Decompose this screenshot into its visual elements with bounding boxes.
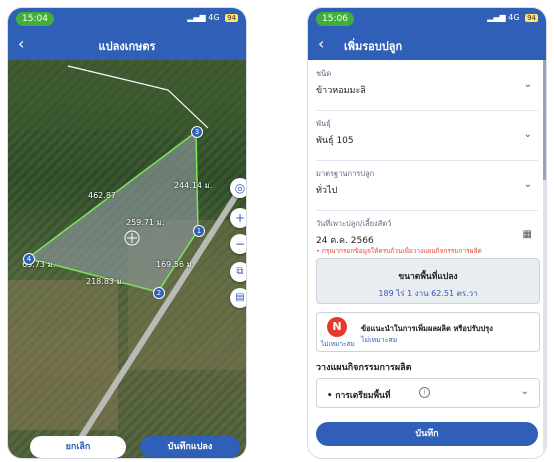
- battery-icon: 94: [525, 14, 538, 22]
- page-title: เพิ่มรอบปลูก: [344, 40, 403, 53]
- chevron-down-icon: ⌄: [523, 179, 532, 190]
- zoom-out-icon[interactable]: −: [230, 234, 246, 254]
- layers-icon[interactable]: ⧉: [230, 262, 246, 282]
- field-value: 24 ต.ค. 2566: [316, 236, 374, 246]
- chevron-down-icon: ⌄: [523, 79, 532, 90]
- nutrient-badge-icon: N: [327, 317, 347, 337]
- status-bar: 15:04 ▂▄▆ 4G 94: [8, 8, 246, 30]
- signal-icon: ▂▄▆: [187, 13, 206, 22]
- status-bar: 15:06 ▂▄▆ 4G 94: [308, 8, 546, 30]
- add-crop-cycle-screen: 15:06 ▂▄▆ 4G 94 ‹ เพิ่มรอบปลูก ชนิด ข้าว…: [308, 8, 546, 458]
- standard-select[interactable]: มาตรฐานการปลูก ทั่วไป ⌄: [316, 168, 538, 211]
- navbar: ‹ แปลงเกษตร: [8, 30, 246, 60]
- status-time: 15:04: [16, 12, 54, 26]
- chevron-down-icon: ⌄: [520, 386, 529, 397]
- vertex-marker[interactable]: 1: [193, 225, 205, 237]
- map-field-patch: [8, 60, 246, 130]
- back-icon[interactable]: ‹: [318, 34, 324, 53]
- plan-item-label: • การเตรียมพื้นที่: [327, 391, 391, 401]
- variety-select[interactable]: พันธุ์ พันธุ์ 105 ⌄: [316, 118, 538, 161]
- crop-form: ชนิด ข้าวหอมมะลิ ⌄ พันธุ์ พันธุ์ 105 ⌄ ม…: [308, 60, 546, 458]
- field-value: ทั่วไป: [316, 186, 338, 196]
- scrollbar-thumb[interactable]: [543, 60, 546, 180]
- plan-item-dropdown[interactable]: • การเตรียมพื้นที่ i ⌄: [316, 378, 540, 408]
- field-value: ข้าวหอมมะลิ: [316, 86, 366, 96]
- advice-card[interactable]: N ไม่เหมาะสม ข้อแนะนำในการเพิ่มผลผลิต หร…: [316, 312, 540, 352]
- measure-label: 218.83 ม.: [86, 277, 125, 286]
- map-screen: 15:04 ▂▄▆ 4G 94 ‹ แปลงเกษตร 244.14 ม. 46…: [8, 8, 246, 458]
- scrollbar[interactable]: [543, 60, 546, 458]
- measure-label: 259.71 ม.: [126, 218, 165, 227]
- signal-icon: ▂▄▆: [487, 13, 506, 22]
- advice-status: ไม่เหมาะสม: [361, 336, 398, 344]
- cancel-button[interactable]: ยกเลิก: [30, 436, 126, 458]
- measure-label: 462.87: [88, 191, 116, 200]
- validation-warning: • กรุณากรอกข้อมูลให้ครบถ้วนเพื่อวางแผนกิ…: [316, 247, 482, 255]
- battery-icon: 94: [225, 14, 238, 22]
- satellite-map[interactable]: 244.14 ม. 462.87 259.71 ม. 169.56 ม. 218…: [8, 60, 246, 458]
- network-label: 4G: [208, 13, 220, 22]
- chevron-down-icon: ⌄: [523, 129, 532, 140]
- area-value: 189 ไร่ 1 งาน 62.51 ตร.วา: [378, 289, 478, 298]
- field-value: พันธุ์ 105: [316, 136, 354, 146]
- field-label: วันที่เพาะปลูก/เลี้ยงสัตว์: [316, 219, 392, 228]
- status-signal: ▂▄▆ 4G 94: [187, 13, 238, 22]
- measure-label: 244.14 ม.: [174, 181, 213, 190]
- status-signal: ▂▄▆ 4G 94: [487, 13, 538, 22]
- locate-icon[interactable]: ◎: [230, 178, 246, 198]
- field-label: มาตรฐานการปลูก: [316, 169, 375, 178]
- network-label: 4G: [508, 13, 520, 22]
- field-label: พันธุ์: [316, 119, 331, 128]
- map-type-icon[interactable]: ▤: [230, 288, 246, 308]
- vertex-marker[interactable]: 3: [191, 126, 203, 138]
- save-plot-button[interactable]: บันทึกแปลง: [140, 436, 240, 458]
- area-summary: ขนาดพื้นที่แปลง 189 ไร่ 1 งาน 62.51 ตร.ว…: [316, 258, 540, 304]
- area-title: ขนาดพื้นที่แปลง: [398, 272, 458, 282]
- plan-heading: วางแผนกิจกรรมการผลิต: [316, 363, 412, 373]
- vertex-marker[interactable]: 2: [153, 287, 165, 299]
- vertex-marker[interactable]: 4: [23, 253, 35, 265]
- badge-caption: ไม่เหมาะสม: [321, 340, 355, 348]
- page-title: แปลงเกษตร: [98, 40, 156, 53]
- info-icon[interactable]: i: [419, 387, 430, 398]
- navbar: ‹ เพิ่มรอบปลูก: [308, 30, 546, 60]
- crop-type-select[interactable]: ชนิด ข้าวหอมมะลิ ⌄: [316, 68, 538, 111]
- field-label: ชนิด: [316, 69, 332, 78]
- calendar-icon[interactable]: ▦: [523, 229, 532, 240]
- save-button[interactable]: บันทึก: [316, 422, 538, 446]
- status-time: 15:06: [316, 12, 354, 26]
- zoom-in-icon[interactable]: +: [230, 208, 246, 228]
- measure-label: 169.56 ม.: [156, 260, 195, 269]
- advice-title: ข้อแนะนำในการเพิ่มผลผลิต หรือปรับปรุง: [361, 324, 493, 333]
